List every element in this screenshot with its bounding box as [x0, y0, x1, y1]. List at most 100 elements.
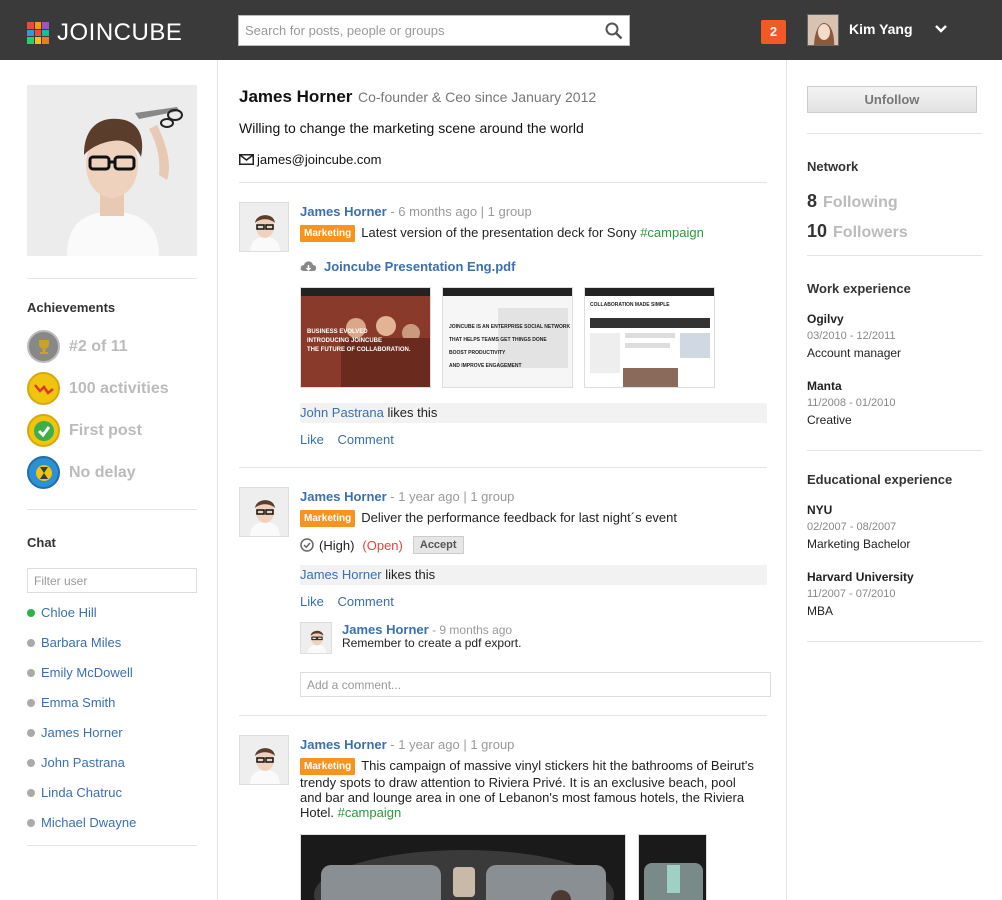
chat-user-name: Linda Chatruc: [41, 785, 122, 800]
following-label: Following: [823, 194, 898, 211]
post-author-link[interactable]: James Horner: [300, 489, 387, 504]
task-check-icon[interactable]: [300, 538, 314, 552]
divider: [807, 255, 982, 256]
achievement-label: 100 activities: [69, 379, 169, 397]
attachment-thumbnail[interactable]: COLLABORATION MADE SIMPLE: [584, 287, 715, 388]
post-time-group: - 1 year ago | 1 group: [390, 737, 515, 752]
divider: [27, 278, 197, 279]
chat-user[interactable]: Chloe Hill: [27, 605, 97, 620]
achievement-item: No delay: [27, 456, 136, 489]
network-heading: Network: [807, 159, 859, 174]
attachment-filename: Joincube Presentation Eng.pdf: [324, 259, 516, 274]
checkmark-icon: [27, 414, 60, 447]
liker-link[interactable]: James Horner: [300, 567, 382, 582]
degree: Marketing Bachelor: [807, 537, 911, 551]
notification-badge[interactable]: 2: [761, 20, 786, 44]
education-dates: 02/2007 - 08/2007: [807, 521, 897, 533]
school-name: Harvard University: [807, 570, 914, 584]
achievement-label: First post: [69, 421, 142, 439]
comment-link[interactable]: Comment: [337, 432, 393, 447]
offline-status-icon: [27, 818, 35, 827]
offline-status-icon: [27, 638, 35, 647]
work-experience-heading: Work experience: [807, 281, 911, 296]
attachment-thumbnail[interactable]: JOINCUBE IS AN ENTERPRISE SOCIAL NETWORK…: [442, 287, 573, 388]
current-user-name[interactable]: Kim Yang: [849, 21, 913, 37]
search-icon[interactable]: [605, 22, 623, 40]
chat-user[interactable]: Emily McDowell: [27, 665, 133, 680]
post-author-avatar[interactable]: [239, 487, 289, 537]
following-stat[interactable]: 8 Following: [807, 191, 898, 212]
post-image[interactable]: [300, 834, 626, 900]
post-author-link[interactable]: James Horner: [300, 204, 387, 219]
category-tag[interactable]: Marketing: [300, 758, 356, 775]
chat-user-name: James Horner: [41, 725, 123, 740]
filter-user-input[interactable]: [27, 568, 197, 593]
likes-bar: John Pastrana likes this: [300, 403, 767, 423]
chat-user-name: Barbara Miles: [41, 635, 122, 650]
app-logo[interactable]: JOINCUBE: [27, 19, 182, 47]
post-text: Latest version of the presentation deck …: [361, 225, 637, 240]
hashtag-link[interactable]: #campaign: [640, 225, 704, 240]
likes-suffix: likes this: [385, 567, 436, 582]
app-brand-name: JOINCUBE: [57, 19, 183, 46]
divider: [27, 845, 197, 846]
like-link[interactable]: Like: [300, 594, 324, 609]
comment-link[interactable]: Comment: [337, 594, 393, 609]
post-actions: Like Comment: [300, 594, 404, 609]
education-heading: Educational experience: [807, 472, 953, 487]
chat-user[interactable]: Emma Smith: [27, 695, 115, 710]
post-meta: James Horner - 1 year ago | 1 group: [300, 489, 514, 504]
accept-button[interactable]: Accept: [412, 536, 464, 554]
hashtag-link[interactable]: #campaign: [338, 805, 402, 820]
activity-graph-icon: [27, 372, 60, 405]
liker-link[interactable]: John Pastrana: [300, 405, 384, 420]
category-tag[interactable]: Marketing: [300, 225, 356, 242]
post-actions: Like Comment: [300, 432, 404, 447]
post-text-line: and bar and lounge area in one of Lebano…: [300, 790, 745, 805]
attachment-link[interactable]: Joincube Presentation Eng.pdf: [300, 259, 515, 274]
like-link[interactable]: Like: [300, 432, 324, 447]
achievement-label: No delay: [69, 463, 136, 481]
search-input[interactable]: [239, 16, 599, 45]
profile-name: James Horner: [239, 87, 353, 106]
offline-status-icon: [27, 698, 35, 707]
job-role: Creative: [807, 413, 852, 427]
add-comment-input[interactable]: [300, 672, 771, 697]
task-priority: (High): [319, 537, 355, 553]
comment-author-avatar[interactable]: [300, 622, 332, 654]
divider: [239, 467, 767, 468]
post-meta: James Horner - 1 year ago | 1 group: [300, 737, 514, 752]
chat-user[interactable]: John Pastrana: [27, 755, 125, 770]
post-author-link[interactable]: James Horner: [300, 737, 387, 752]
chevron-down-icon[interactable]: [934, 24, 948, 34]
attachment-thumbnail[interactable]: BUSINESS EVOLVED INTRODUCING JOINCUBE THE …: [300, 287, 431, 388]
chat-user[interactable]: James Horner: [27, 725, 123, 740]
chat-user[interactable]: Barbara Miles: [27, 635, 121, 650]
offline-status-icon: [27, 788, 35, 797]
post-text: Deliver the performance feedback for las…: [361, 510, 678, 525]
chat-user[interactable]: Linda Chatruc: [27, 785, 122, 800]
chat-user-name: John Pastrana: [41, 755, 125, 770]
cloud-download-icon: [300, 260, 317, 271]
post-image[interactable]: [638, 834, 707, 900]
post-author-avatar[interactable]: [239, 735, 289, 785]
user-photo-icon: [808, 15, 838, 45]
category-tag[interactable]: Marketing: [300, 510, 356, 527]
divider: [239, 715, 767, 716]
comment-author-link[interactable]: James Horner: [342, 622, 429, 637]
divider: [807, 641, 982, 642]
post-author-avatar[interactable]: [239, 202, 289, 252]
chat-heading: Chat: [27, 535, 56, 550]
chat-user[interactable]: Michael Dwayne: [27, 815, 136, 830]
post-meta: James Horner - 6 months ago | 1 group: [300, 204, 532, 219]
education-dates: 11/2007 - 07/2010: [807, 588, 896, 600]
chat-user-name: Emily McDowell: [41, 665, 133, 680]
profile-email[interactable]: james@joincube.com: [239, 152, 381, 167]
likes-bar: James Horner likes this: [300, 565, 767, 585]
followers-stat[interactable]: 10 Followers: [807, 221, 908, 242]
task-status: (Open): [362, 537, 403, 553]
unfollow-button[interactable]: Unfollow: [807, 86, 977, 113]
slide-caption: JOINCUBE IS AN ENTERPRISE SOCIAL NETWORK…: [449, 324, 571, 369]
profile-email-text: james@joincube.com: [257, 152, 382, 167]
current-user-avatar[interactable]: [807, 14, 839, 46]
